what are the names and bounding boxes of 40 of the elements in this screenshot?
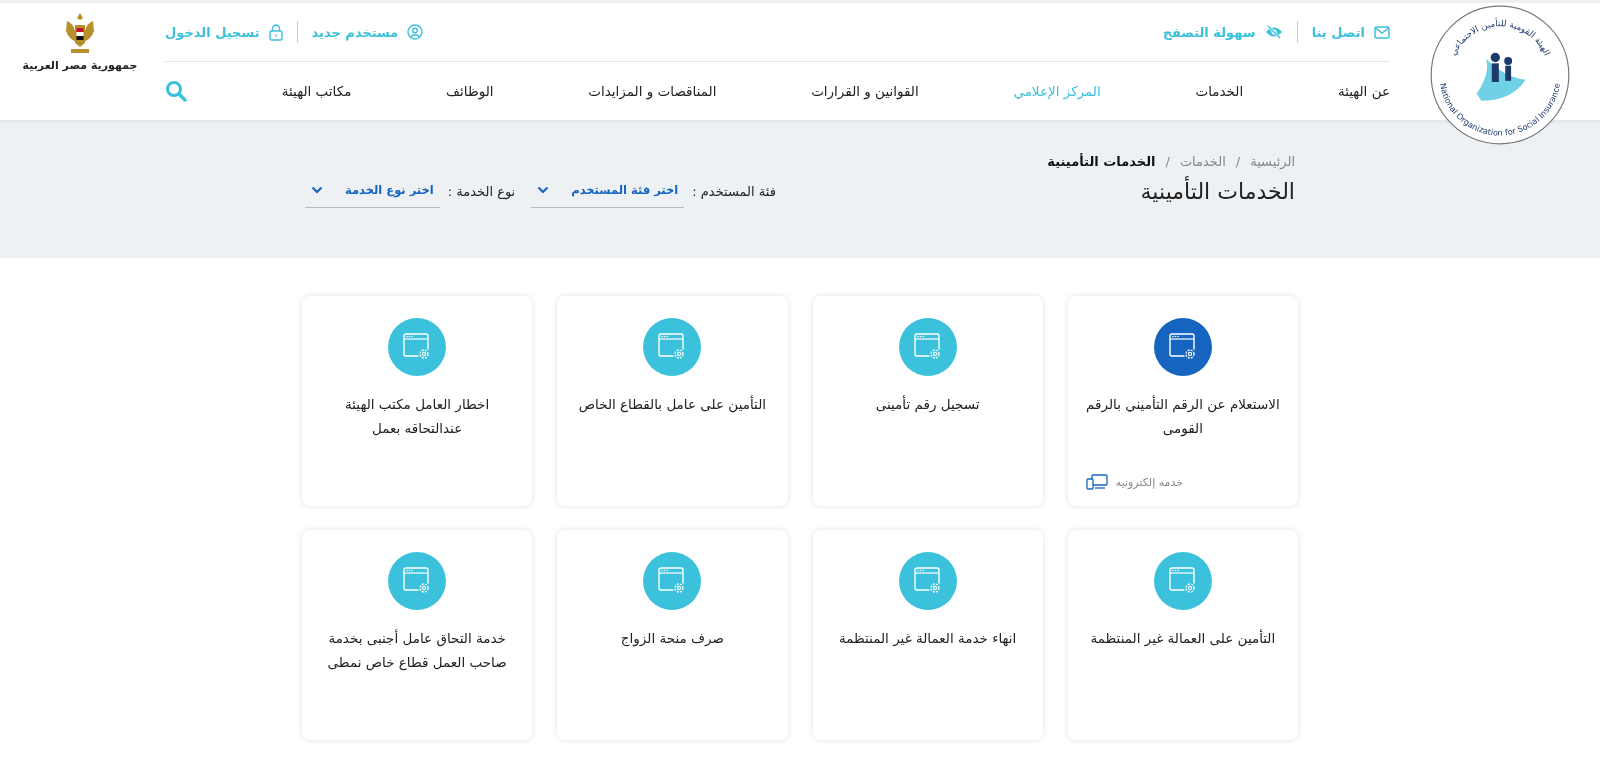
breadcrumb-separator: / [1235, 154, 1241, 169]
nav-link[interactable]: الوظائف [446, 83, 494, 99]
nav-link[interactable]: عن الهيئة [1337, 83, 1390, 99]
service-card[interactable]: تسجيل رقم تأمينى [812, 296, 1043, 506]
service-title: تسجيل رقم تأمينى [875, 394, 980, 415]
service-title: التأمين على العمالة غير المنتظمة [1090, 628, 1276, 649]
nav-link[interactable]: الخدمات [1195, 83, 1244, 99]
service-title: صرف منحة الزواج [620, 629, 724, 649]
chevron-down-icon [311, 186, 323, 194]
filter-label: فئة المستخدم : [692, 184, 776, 199]
service-card[interactable]: التأمين على عامل بالقطاع الخاص [557, 296, 788, 506]
nav-link[interactable]: مكاتب الهيئة [281, 83, 352, 99]
service-card[interactable]: صرف منحة الزواج [557, 530, 788, 740]
breadcrumb-separator: / [1165, 154, 1170, 169]
nav-link[interactable]: المناقصات و المزايدات [588, 83, 717, 99]
filter-dropdown[interactable]: اختر فئة المستخدم [531, 175, 685, 208]
service-card[interactable]: انهاء خدمة العمالة غير المنتظمة [812, 530, 1043, 740]
eagle-emblem-icon [63, 11, 97, 55]
emblem-caption: جمهورية مصر العربية [22, 59, 138, 72]
lock-icon [268, 23, 283, 41]
filter-dropdown[interactable]: اختر نوع الخدمة [305, 175, 440, 208]
eye-slash-icon [1264, 25, 1283, 39]
filter-label: نوع الخدمة : [447, 184, 516, 199]
service-title: التأمين على عامل بالقطاع الخاص [578, 394, 766, 415]
chevron-down-icon [537, 186, 550, 194]
devices-icon [1085, 474, 1108, 490]
service-card[interactable]: خدمة التحاق عامل أجنبى بخدمة صاحب العمل قطاع خاص نمطى [302, 530, 533, 740]
service-card[interactable]: التأمين على العمالة غير المنتظمة [1067, 530, 1298, 740]
service-title: انهاء خدمة العمالة غير المنتظمة [838, 629, 1017, 648]
service-title: خدمة التحاق عامل أجنبى بخدمة صاحب العمل قطاع خاص نمطى [326, 628, 508, 673]
mail-icon [1374, 25, 1390, 39]
service-card[interactable]: الاستعلام عن الرقم التأميني بالرقم القومى خدمه إلكترونيه [1067, 296, 1298, 506]
nav-link[interactable]: القوانين و القرارات [811, 83, 919, 99]
service-title: الاستعلام عن الرقم التأميني بالرقم القومى [1085, 394, 1281, 439]
service-title: اخطار العامل مكتب الهيئة عندالتحاقه بعمل [344, 395, 491, 439]
breadcrumb-link[interactable]: الخدمات التأمينية [1047, 154, 1156, 169]
service-card[interactable]: اخطار العامل مكتب الهيئة عندالتحاقه بعمل [302, 296, 533, 506]
user-icon [407, 24, 424, 40]
e-service-label: خدمه إلكترونيه [1115, 475, 1184, 489]
search-icon[interactable] [165, 80, 188, 102]
